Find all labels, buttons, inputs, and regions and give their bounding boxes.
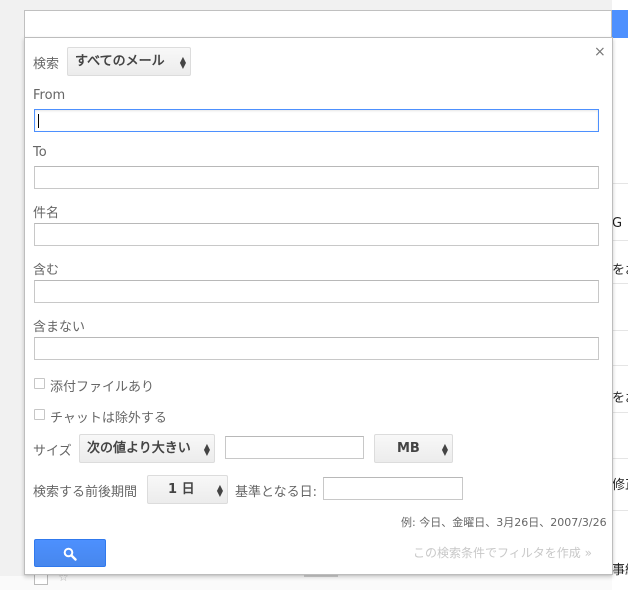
- list-divider: [612, 365, 628, 366]
- list-item-fragment: をお: [612, 263, 628, 278]
- date-of-field[interactable]: [323, 477, 463, 500]
- list-item-fragment: 修正: [612, 478, 628, 493]
- to-label: To: [33, 145, 47, 160]
- exclude-chats-checkbox[interactable]: [34, 409, 45, 420]
- date-within-value: 1 日: [168, 482, 195, 497]
- list-divider: [612, 330, 628, 331]
- subject-field[interactable]: [34, 223, 599, 246]
- background-row: ☆: [0, 570, 612, 590]
- doesnt-have-field[interactable]: [34, 337, 599, 360]
- has-words-label: 含む: [33, 263, 60, 278]
- size-unit-value: MB: [397, 441, 420, 456]
- background-inbox-list: [612, 0, 628, 590]
- list-divider: [612, 510, 628, 511]
- scope-select[interactable]: すべてのメール ▲ ▼: [67, 47, 191, 76]
- list-divider: [612, 412, 628, 413]
- to-field[interactable]: [34, 166, 599, 189]
- scope-select-value: すべてのメール: [75, 54, 165, 69]
- scope-label: 検索: [33, 57, 60, 72]
- size-operator-select[interactable]: 次の値より大きい ▲ ▼: [79, 434, 215, 463]
- close-icon[interactable]: ×: [594, 44, 606, 60]
- list-item-fragment: 事紹: [612, 563, 628, 578]
- size-operator-value: 次の値より大きい: [87, 441, 191, 456]
- search-icon: [63, 547, 77, 561]
- date-within-label: 検索する前後期間: [33, 485, 138, 500]
- search-button-background: [612, 10, 628, 38]
- has-attachment-checkbox[interactable]: [34, 378, 45, 389]
- list-divider: [612, 183, 628, 184]
- list-item-fragment: をお: [612, 391, 628, 406]
- size-unit-select[interactable]: MB ▲ ▼: [374, 434, 453, 463]
- date-hint: 例: 今日、金曜日、3月26日、2007/3/26: [401, 516, 607, 529]
- from-label: From: [33, 88, 66, 103]
- doesnt-have-label: 含まない: [33, 320, 86, 335]
- size-value-field[interactable]: [225, 436, 364, 459]
- date-of-label: 基準となる日:: [235, 485, 317, 500]
- create-filter-link[interactable]: この検索条件でフィルタを作成 »: [413, 544, 592, 561]
- list-item-fragment: G: [612, 216, 623, 231]
- exclude-chats-label: チャットは除外する: [50, 411, 167, 426]
- subject-label: 件名: [33, 206, 60, 221]
- search-button[interactable]: [34, 539, 106, 567]
- search-input[interactable]: [24, 10, 612, 37]
- list-divider: [612, 240, 628, 241]
- has-attachment-label: 添付ファイルあり: [50, 380, 155, 395]
- list-divider: [612, 458, 628, 459]
- text-caret: [38, 114, 39, 128]
- size-label: サイズ: [33, 444, 72, 459]
- advanced-search-panel: × 検索 すべてのメール ▲ ▼ From To 件名 含む 含まない 添付ファイ…: [24, 37, 613, 575]
- list-divider: [612, 283, 628, 284]
- date-within-select[interactable]: 1 日 ▲ ▼: [147, 475, 228, 504]
- from-field[interactable]: [34, 109, 599, 132]
- has-words-field[interactable]: [34, 280, 599, 303]
